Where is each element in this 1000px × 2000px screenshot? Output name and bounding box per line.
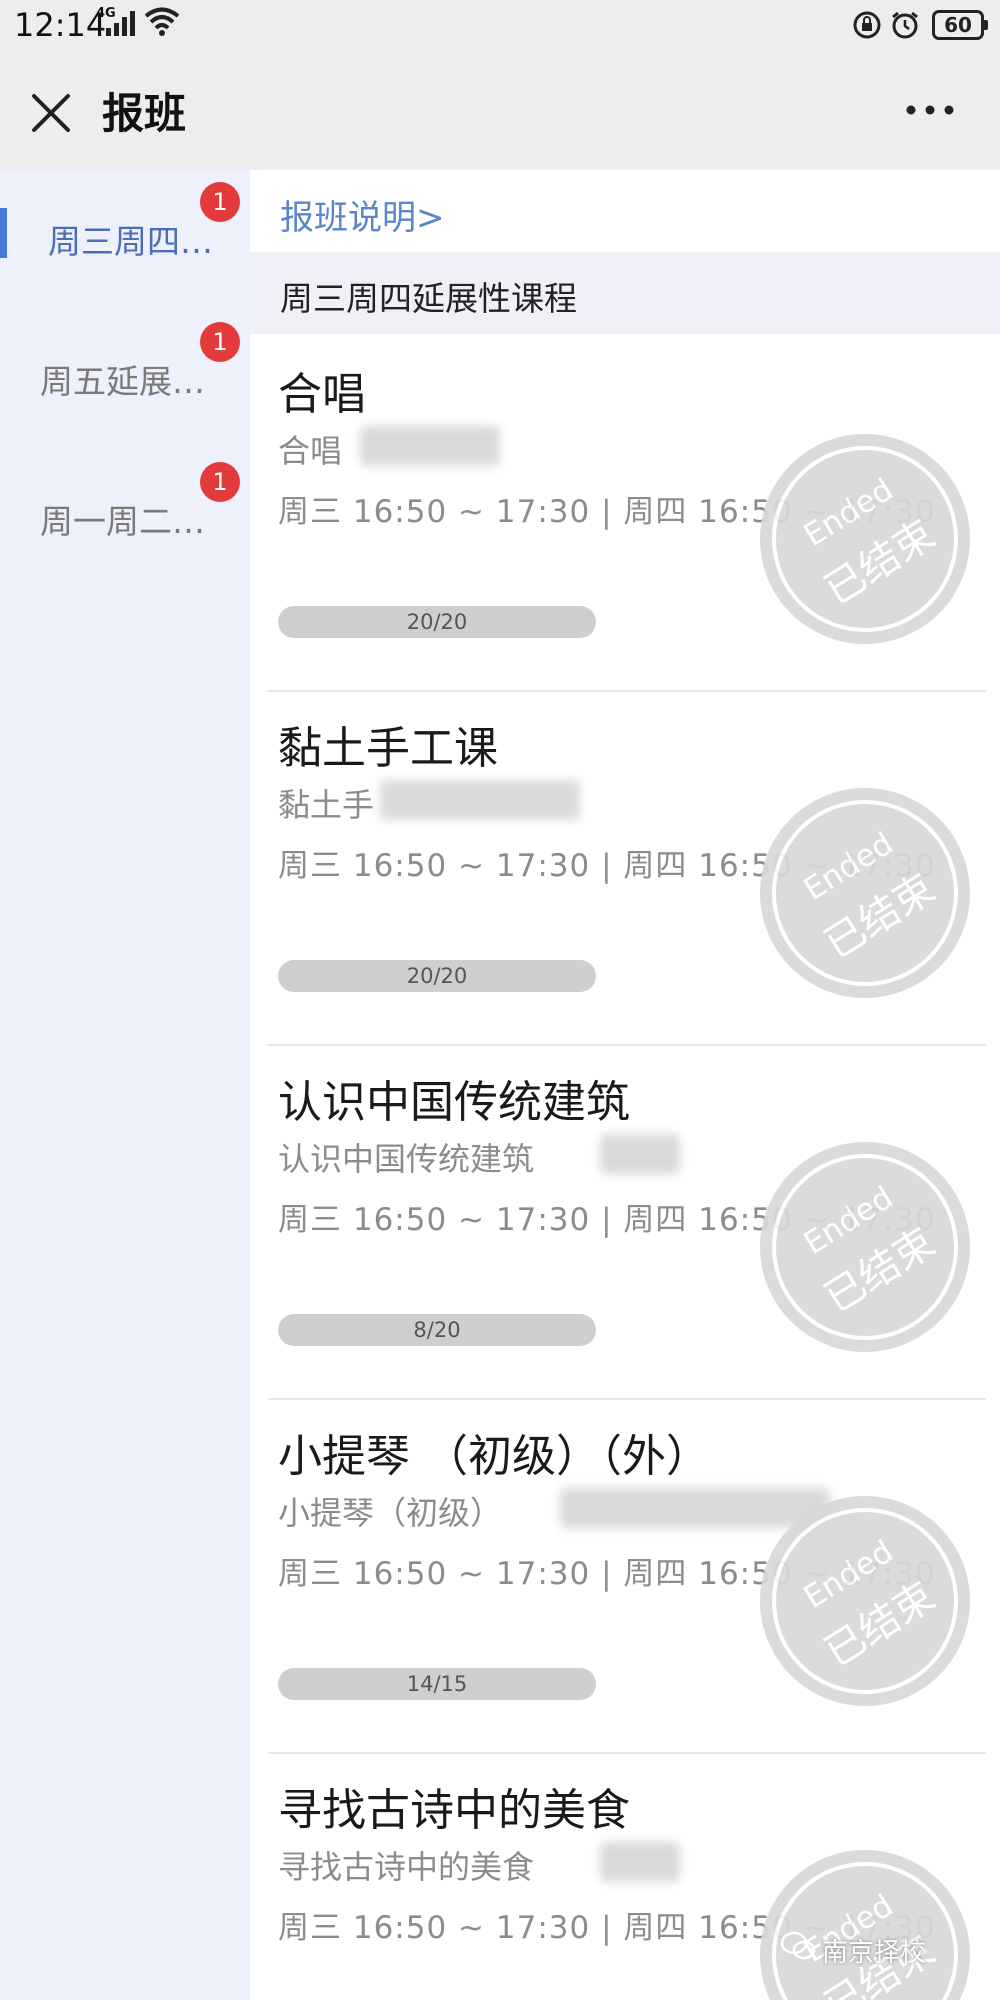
- stamp-text: Ended 已结束: [720, 1102, 1000, 1391]
- redacted-text: [560, 1488, 830, 1528]
- course-subtitle: 黏土手: [278, 786, 375, 824]
- divider: [268, 690, 986, 692]
- wifi-icon: [144, 7, 180, 36]
- ended-stamp: Ended 已结束: [760, 434, 970, 644]
- wechat-logo-icon: [780, 1931, 816, 1960]
- course-title: 黏土手工课: [278, 723, 498, 774]
- alarm-icon: [892, 11, 918, 39]
- divider: [268, 1398, 986, 1400]
- redacted-text: [380, 780, 580, 820]
- nav-bar: 报班: [0, 50, 1000, 170]
- group-title: 周三周四延展性课程: [280, 279, 577, 318]
- course-title: 合唱: [278, 369, 366, 420]
- redacted-text: [600, 1134, 680, 1174]
- status-bar: 12:14 4G 60: [0, 0, 1000, 50]
- course-title: 认识中国传统建筑: [278, 1077, 630, 1128]
- sidebar-item-fri[interactable]: 周五延展… 1: [0, 310, 250, 420]
- course-list-panel: 报班说明> 周三周四延展性课程 合唱 合唱 周三 16:50 ~ 17:30 |…: [250, 170, 1000, 2000]
- stamp-text: Ended 已结束: [720, 394, 1000, 683]
- notification-badge: 1: [200, 322, 240, 362]
- stamp-text: Ended 已结束: [720, 748, 1000, 1037]
- course-subtitle: 认识中国传统建筑: [278, 1140, 535, 1178]
- status-time: 12:14: [14, 6, 107, 44]
- ended-stamp: Ended 已结束: [760, 1142, 970, 1352]
- enrollment-progress: 20/20: [278, 606, 596, 638]
- sidebar-item-label: 周一周二…: [40, 502, 205, 541]
- category-sidebar: 周三周四… 1 周五延展… 1 周一周二… 1: [0, 170, 250, 2000]
- sidebar-item-mon-tue[interactable]: 周一周二… 1: [0, 450, 250, 560]
- enrollment-progress: 14/15: [278, 1668, 596, 1700]
- sidebar-item-label: 周五延展…: [40, 362, 205, 401]
- course-card[interactable]: 合唱 合唱 周三 16:50 ~ 17:30 | 周四 16:50 ~ 17:3…: [250, 336, 1000, 690]
- close-icon[interactable]: [28, 90, 74, 136]
- course-card[interactable]: 小提琴 （初级）（外） 小提琴（初级） 周三 16:50 ~ 17:30 | 周…: [250, 1398, 1000, 1752]
- course-title: 小提琴 （初级）（外）: [278, 1431, 710, 1482]
- divider: [268, 1044, 986, 1046]
- notification-badge: 1: [200, 462, 240, 502]
- rotation-lock-icon: [853, 11, 881, 39]
- more-options-icon[interactable]: [905, 100, 955, 120]
- active-indicator: [0, 208, 7, 258]
- redacted-text: [360, 426, 500, 466]
- group-header: 周三周四延展性课程: [250, 252, 1000, 334]
- redacted-text: [600, 1842, 680, 1882]
- course-title: 寻找古诗中的美食: [278, 1785, 630, 1836]
- enrollment-info-link[interactable]: 报班说明>: [280, 190, 445, 239]
- notice-bar: 报班说明>: [250, 170, 1000, 252]
- ended-stamp: Ended 已结束: [760, 1496, 970, 1706]
- ended-stamp: Ended 已结束: [760, 1850, 970, 2000]
- enrollment-progress: 20/20: [278, 960, 596, 992]
- ended-stamp: Ended 已结束: [760, 788, 970, 998]
- course-card[interactable]: 认识中国传统建筑 认识中国传统建筑 周三 16:50 ~ 17:30 | 周四 …: [250, 1044, 1000, 1398]
- course-subtitle: 小提琴（初级）: [278, 1494, 503, 1532]
- notification-badge: 1: [200, 182, 240, 222]
- course-subtitle: 寻找古诗中的美食: [278, 1848, 535, 1886]
- page-title: 报班: [102, 89, 187, 138]
- battery-indicator: 60: [932, 10, 988, 40]
- divider: [268, 1752, 986, 1754]
- stamp-text: Ended 已结束: [720, 1810, 1000, 2000]
- signal-icon: [106, 11, 135, 36]
- sidebar-item-label: 周三周四…: [48, 222, 213, 261]
- watermark-text: 南京择校: [822, 1938, 927, 1968]
- sidebar-item-wed-thu[interactable]: 周三周四… 1: [0, 170, 250, 280]
- enrollment-progress: 8/20: [278, 1314, 596, 1346]
- course-card[interactable]: 黏土手工课 黏土手 周三 16:50 ~ 17:30 | 周四 16:50 ~ …: [250, 690, 1000, 1044]
- course-subtitle: 合唱: [278, 432, 343, 470]
